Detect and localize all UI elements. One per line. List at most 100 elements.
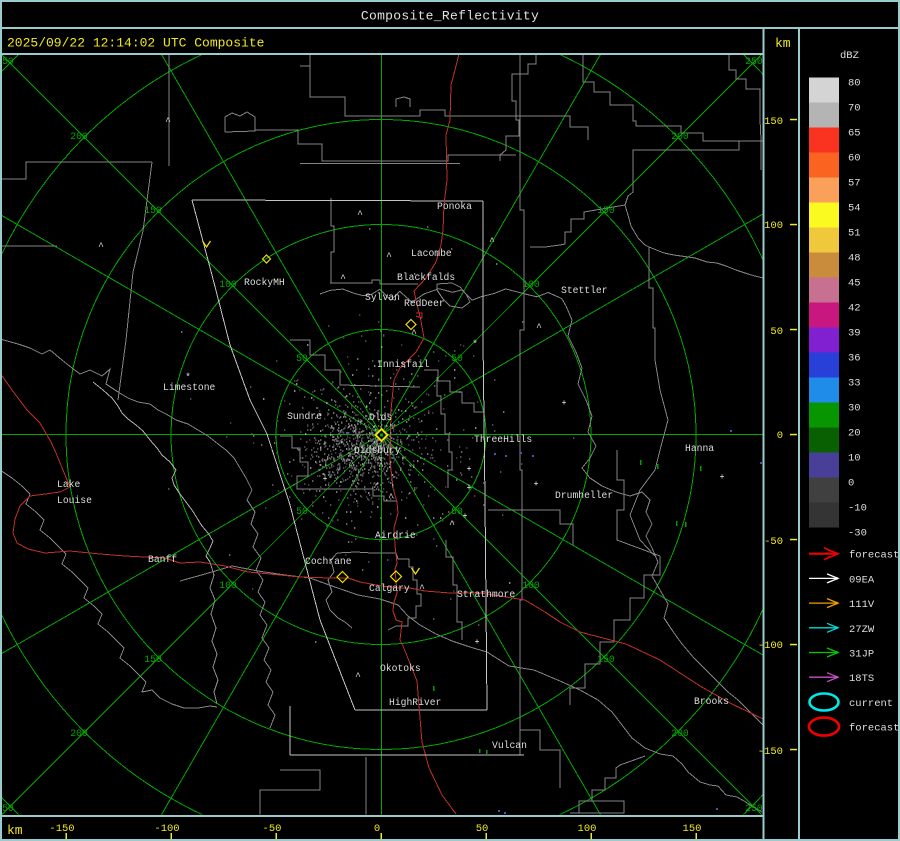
svg-text:100: 100 — [522, 580, 540, 591]
svg-text:Composite_Reflectivity: Composite_Reflectivity — [361, 9, 539, 24]
svg-text:50: 50 — [770, 326, 783, 338]
svg-text:100: 100 — [764, 220, 783, 232]
svg-text:50: 50 — [296, 353, 308, 364]
svg-text:100: 100 — [578, 823, 597, 835]
svg-text:200: 200 — [671, 728, 689, 739]
svg-text:+: + — [463, 512, 468, 521]
svg-text:^: ^ — [411, 328, 417, 339]
svg-text:20: 20 — [848, 428, 861, 440]
svg-text:150: 150 — [144, 654, 162, 665]
svg-text:RockyMH: RockyMH — [244, 277, 285, 288]
svg-text:200: 200 — [70, 131, 88, 142]
svg-text:250: 250 — [0, 56, 14, 67]
svg-text:+: + — [467, 484, 472, 493]
svg-text:Airdrie: Airdrie — [375, 530, 416, 541]
svg-text:39: 39 — [848, 328, 861, 340]
svg-text:57: 57 — [848, 178, 861, 190]
svg-text:ThreeHills: ThreeHills — [474, 434, 532, 445]
svg-text:^: ^ — [340, 273, 346, 284]
svg-text:Cochrane: Cochrane — [305, 556, 352, 567]
svg-text:RedDeer: RedDeer — [404, 298, 445, 309]
svg-text:^: ^ — [165, 116, 171, 127]
svg-text:Banff: Banff — [148, 554, 177, 565]
svg-text:^: ^ — [355, 671, 361, 682]
svg-text:^: ^ — [536, 322, 542, 333]
svg-text:0: 0 — [848, 478, 854, 490]
svg-text:Brooks: Brooks — [694, 696, 729, 707]
svg-text:42: 42 — [848, 303, 861, 315]
svg-text:51: 51 — [848, 228, 861, 240]
svg-text:Ponoka: Ponoka — [437, 201, 472, 212]
svg-text:150: 150 — [144, 205, 162, 216]
svg-text:HighRiver: HighRiver — [389, 697, 441, 708]
svg-text:50: 50 — [451, 353, 463, 364]
svg-text:50: 50 — [451, 506, 463, 517]
svg-text:0: 0 — [374, 823, 380, 835]
svg-text:09EA: 09EA — [849, 574, 875, 586]
svg-text:250: 250 — [745, 56, 763, 67]
svg-text:Drumheller: Drumheller — [555, 490, 613, 501]
svg-text:^: ^ — [388, 492, 394, 503]
svg-text:30: 30 — [848, 403, 861, 415]
svg-text:Sundre: Sundre — [287, 411, 322, 422]
svg-text:^: ^ — [419, 583, 425, 594]
svg-text:km: km — [775, 36, 791, 51]
svg-text:Sylvan: Sylvan — [365, 292, 400, 303]
svg-text:70: 70 — [848, 103, 861, 115]
svg-text:45: 45 — [848, 278, 861, 290]
svg-text:200: 200 — [671, 131, 689, 142]
svg-text:150: 150 — [764, 116, 783, 128]
svg-text:^: ^ — [98, 241, 104, 252]
svg-text:18TS: 18TS — [849, 673, 874, 685]
svg-text:150: 150 — [597, 205, 615, 216]
svg-text:150: 150 — [683, 823, 702, 835]
svg-text:31JP: 31JP — [849, 649, 874, 661]
svg-text:Strathmore: Strathmore — [457, 589, 515, 600]
svg-text:-150: -150 — [758, 746, 783, 758]
svg-text:0: 0 — [777, 430, 783, 442]
svg-text:Olds: Olds — [369, 412, 392, 423]
svg-text:km: km — [7, 823, 23, 838]
svg-text:^: ^ — [449, 519, 455, 530]
svg-text:+: + — [323, 475, 328, 484]
svg-text:+: + — [467, 465, 472, 474]
svg-text:111V: 111V — [849, 599, 875, 611]
svg-text:200: 200 — [70, 728, 88, 739]
svg-text:-30: -30 — [848, 528, 867, 540]
svg-text:+: + — [720, 473, 725, 482]
svg-text:forecast: forecast — [849, 723, 899, 735]
svg-text:current: current — [849, 698, 893, 710]
svg-text:27ZW: 27ZW — [849, 624, 875, 636]
svg-text:forecast: forecast — [849, 550, 899, 562]
svg-text:36: 36 — [848, 353, 861, 365]
svg-text:dBZ: dBZ — [840, 50, 859, 62]
svg-text:50: 50 — [296, 506, 308, 517]
svg-text:Lacombe: Lacombe — [411, 248, 452, 259]
svg-text:50: 50 — [476, 823, 489, 835]
svg-text:*: * — [472, 339, 478, 350]
svg-text:10: 10 — [848, 453, 861, 465]
svg-text:-100: -100 — [154, 823, 179, 835]
svg-text:33: 33 — [848, 378, 861, 390]
svg-text:60: 60 — [848, 153, 861, 165]
svg-text:80: 80 — [848, 78, 861, 90]
svg-text:Didsbury: Didsbury — [354, 445, 401, 456]
svg-text:100: 100 — [219, 580, 237, 591]
svg-text:^: ^ — [378, 461, 384, 472]
svg-text:+: + — [562, 399, 567, 408]
svg-text:Lake: Lake — [57, 479, 80, 490]
svg-text:54: 54 — [848, 203, 861, 215]
svg-text:^: ^ — [357, 209, 363, 220]
svg-text:Vulcan: Vulcan — [492, 740, 527, 751]
svg-text:250: 250 — [745, 803, 763, 814]
svg-text:-100: -100 — [758, 640, 783, 652]
svg-text:65: 65 — [848, 128, 861, 140]
svg-text:^: ^ — [386, 251, 392, 262]
svg-text:-50: -50 — [764, 536, 783, 548]
svg-text:100: 100 — [522, 279, 540, 290]
svg-text:^: ^ — [489, 236, 495, 247]
svg-text:150: 150 — [597, 654, 615, 665]
svg-text:Calgary: Calgary — [369, 583, 410, 594]
svg-text:-150: -150 — [49, 823, 74, 835]
svg-text:Limestone: Limestone — [163, 382, 216, 393]
